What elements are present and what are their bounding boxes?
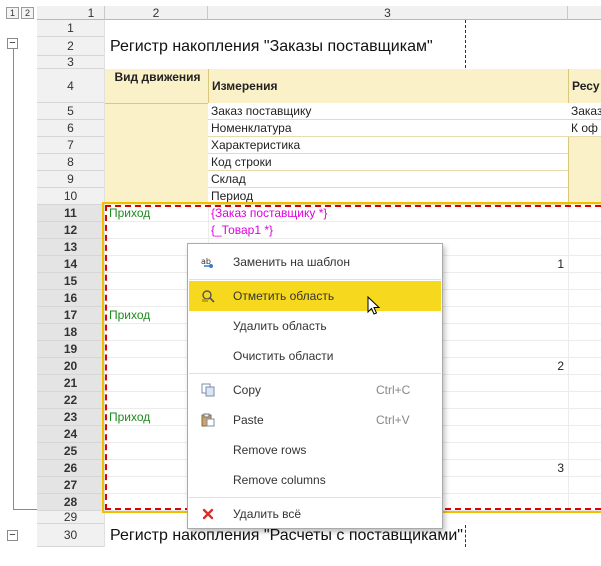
column-1-strip (78, 20, 105, 547)
column-header-2[interactable]: 2 (105, 6, 208, 20)
collapse-group-button[interactable]: − (7, 38, 18, 49)
column-header-3[interactable]: 3 (208, 6, 568, 20)
menu-item-label: Заменить на шаблон (233, 255, 350, 269)
menu-item-paste[interactable]: Paste Ctrl+V (189, 405, 441, 435)
resource-cell[interactable]: Заказ (568, 103, 601, 120)
outline-level-2-button[interactable]: 2 (21, 7, 34, 19)
svg-text:ab: ab (201, 257, 211, 266)
menu-separator (189, 497, 441, 498)
outline-group-end (13, 509, 37, 510)
menu-item-label: Remove rows (233, 443, 307, 457)
mark-area-icon (201, 289, 215, 303)
mouse-cursor-icon (367, 295, 381, 316)
dimension-cell[interactable]: Номенклатура (208, 120, 568, 137)
menu-item-shortcut: Ctrl+V (376, 413, 410, 427)
collapse-group-button-2[interactable]: − (7, 530, 18, 541)
menu-item-remove-columns[interactable]: Remove columns (189, 465, 441, 495)
menu-item-label: Paste (233, 413, 264, 427)
outline-group-line (13, 43, 14, 510)
menu-item-label: Очистить области (233, 349, 334, 363)
outline-level-1-button[interactable]: 1 (6, 7, 19, 19)
menu-item-label: Удалить область (233, 319, 327, 333)
page-break-line (465, 20, 466, 68)
replace-template-icon: ab (201, 255, 215, 269)
header-movement-type: Вид движения (114, 70, 201, 84)
dimension-cell[interactable]: Склад (208, 171, 568, 188)
column-header-4[interactable] (568, 6, 601, 20)
delete-all-icon (201, 507, 215, 521)
menu-item-clear-areas[interactable]: Очистить области (189, 341, 441, 371)
header-resources: Ресу (572, 79, 600, 93)
menu-separator (189, 373, 441, 374)
page-break-line (465, 525, 466, 547)
menu-item-label: Удалить всё (233, 507, 302, 521)
column-header-1[interactable]: 1 (78, 6, 105, 20)
header-dimensions: Измерения (212, 79, 278, 93)
paste-icon (201, 413, 215, 427)
dimension-cell[interactable]: Характеристика (208, 137, 568, 154)
menu-item-label: Отметить область (233, 289, 335, 303)
menu-item-copy[interactable]: Copy Ctrl+C (189, 375, 441, 405)
menu-item-delete-area[interactable]: Удалить область (189, 311, 441, 341)
menu-item-remove-rows[interactable]: Remove rows (189, 435, 441, 465)
menu-item-replace-template[interactable]: ab Заменить на шаблон (189, 247, 441, 277)
context-menu: ab Заменить на шаблон Отметить область У… (187, 243, 443, 529)
menu-item-label: Copy (233, 383, 262, 397)
menu-item-shortcut: Ctrl+C (376, 383, 411, 397)
header-divider (568, 69, 569, 205)
dimension-cell[interactable]: Заказ поставщику (208, 103, 568, 120)
dimension-cell[interactable]: Код строки (208, 154, 568, 171)
menu-item-label: Remove columns (233, 473, 326, 487)
register-title-orders: Регистр накопления "Заказы поставщикам" (110, 38, 433, 55)
menu-separator (189, 279, 441, 280)
copy-icon (201, 383, 215, 397)
menu-item-delete-all[interactable]: Удалить всё (189, 499, 441, 529)
resource-cell[interactable]: К оф (568, 120, 601, 137)
menu-item-mark-area[interactable]: Отметить область (189, 281, 441, 311)
